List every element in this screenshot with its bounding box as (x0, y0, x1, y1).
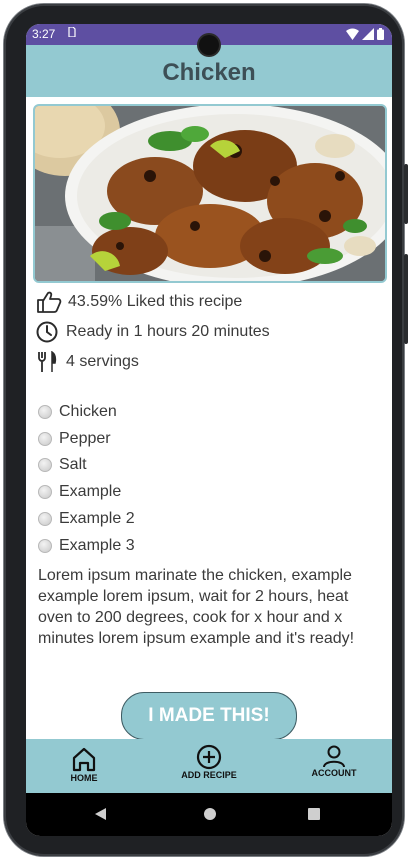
ingredient-label: Example 2 (59, 510, 135, 527)
volume-button (404, 254, 408, 344)
chicken-photo (35, 106, 385, 281)
nav-account[interactable]: ACCOUNT (306, 739, 362, 793)
clock-icon (36, 321, 58, 343)
ingredient-label: Example 3 (59, 537, 135, 554)
system-nav-bar (26, 793, 392, 836)
home-icon (72, 747, 96, 772)
ingredient-item[interactable]: Pepper (38, 428, 111, 450)
page-title: Chicken (162, 59, 256, 86)
front-camera (199, 35, 219, 55)
wifi-icon (346, 28, 359, 40)
ingredient-label: Salt (59, 456, 87, 473)
add-circle-icon (196, 744, 222, 770)
status-icons (346, 28, 384, 40)
ready-time-text: Ready in 1 hours 20 minutes (66, 323, 270, 340)
ingredient-label: Example (59, 483, 122, 500)
ingredient-radio[interactable] (38, 539, 52, 553)
recents-icon[interactable] (308, 808, 320, 820)
sim-card-icon (68, 24, 76, 45)
phone-frame: 3:27 Chicken 43.59% Liked this recipe Re… (4, 4, 408, 856)
likes-text: 43.59% Liked this recipe (68, 293, 243, 310)
ingredient-radio[interactable] (38, 432, 52, 446)
recipe-description: Lorem ipsum marinate the chicken, exampl… (38, 567, 355, 647)
account-icon (323, 745, 345, 768)
cell-signal-icon (362, 28, 374, 40)
nav-home[interactable]: HOME (64, 739, 104, 793)
ready-time-row: Ready in 1 hours 20 minutes (36, 319, 270, 345)
nav-home-label: HOME (70, 773, 98, 783)
ingredient-radio[interactable] (38, 458, 52, 472)
power-button (404, 164, 408, 224)
ingredient-item[interactable]: Example 2 (38, 508, 135, 530)
recipe-content: 43.59% Liked this recipe Ready in 1 hour… (26, 97, 392, 740)
home-circle-icon[interactable] (203, 807, 217, 821)
ingredient-item[interactable]: Salt (38, 454, 87, 476)
back-icon[interactable] (94, 807, 108, 821)
i-made-this-button[interactable]: I MADE THIS! (121, 692, 297, 740)
ingredient-radio[interactable] (38, 405, 52, 419)
nav-account-label: ACCOUNT (311, 768, 357, 778)
nav-add-recipe-label: ADD RECIPE (181, 770, 237, 780)
utensils-icon (38, 351, 57, 372)
battery-icon (377, 28, 384, 40)
recipe-image (33, 104, 387, 283)
thumbs-up-icon (37, 291, 62, 313)
ingredient-radio[interactable] (38, 512, 52, 526)
ingredient-label: Chicken (59, 403, 117, 420)
ingredient-item[interactable]: Chicken (38, 401, 117, 423)
likes-row: 43.59% Liked this recipe (36, 289, 242, 315)
status-time: 3:27 (32, 27, 56, 41)
bottom-nav: HOME ADD RECIPE ACCOUNT (26, 739, 392, 793)
ingredient-radio[interactable] (38, 485, 52, 499)
screen: 3:27 Chicken 43.59% Liked this recipe Re… (26, 24, 392, 836)
servings-row: 4 servings (36, 349, 139, 375)
ingredient-item[interactable]: Example (38, 481, 121, 503)
servings-text: 4 servings (66, 353, 139, 370)
ingredient-item[interactable]: Example 3 (38, 535, 135, 557)
nav-add-recipe[interactable]: ADD RECIPE (174, 739, 244, 793)
ingredient-label: Pepper (59, 430, 111, 447)
